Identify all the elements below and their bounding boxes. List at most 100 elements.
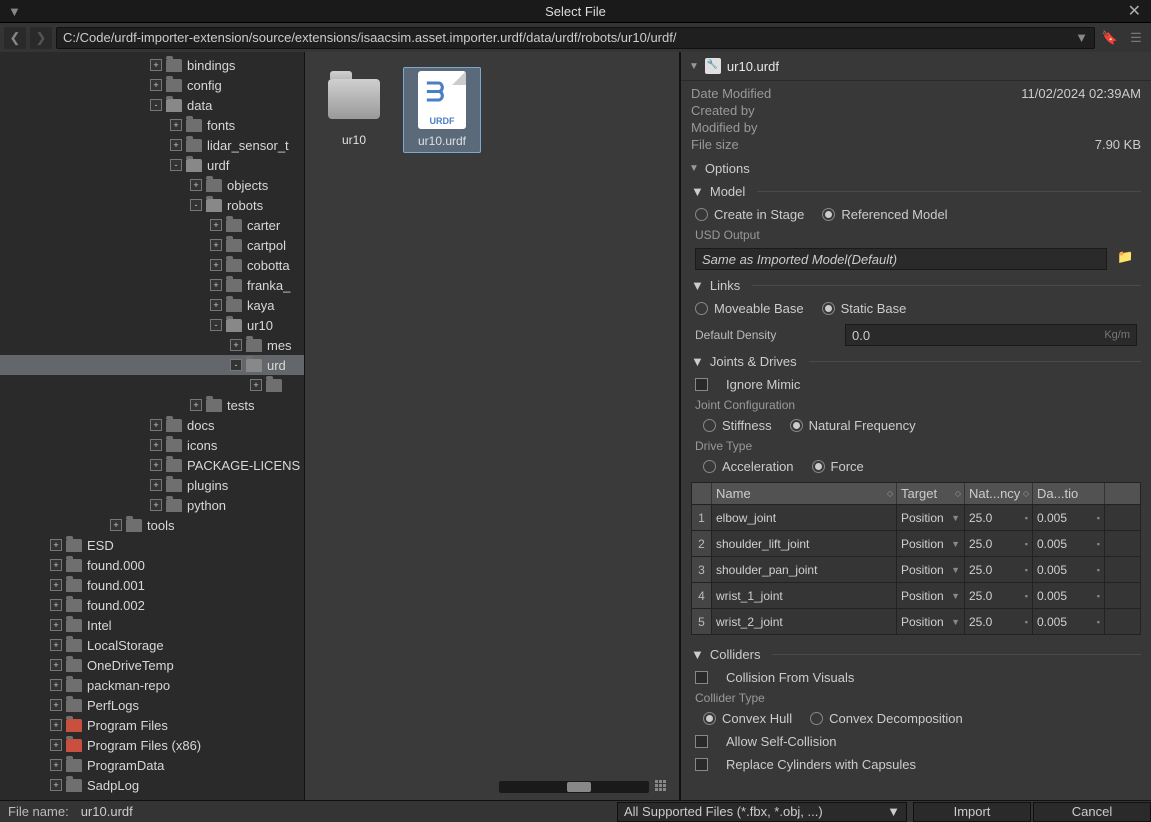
tree-item[interactable]: +found.001 (0, 575, 304, 595)
tree-item[interactable]: +python (0, 495, 304, 515)
referenced-model-radio[interactable] (822, 208, 835, 221)
ignore-mimic-checkbox[interactable] (695, 378, 708, 391)
tree-item[interactable]: +tests (0, 395, 304, 415)
tree-item[interactable]: +cartpol (0, 235, 304, 255)
folder-icon (66, 539, 82, 552)
folder-icon (166, 479, 182, 492)
file-thumb[interactable]: ur10 (315, 67, 393, 153)
tree-item[interactable]: +OneDriveTemp (0, 655, 304, 675)
joint-row[interactable]: 4wrist_1_jointPosition▼25.0▪0.005▪ (692, 582, 1140, 608)
folder-icon (226, 319, 242, 332)
collapse-icon[interactable]: ▼ (689, 163, 699, 174)
tree-item[interactable]: +cobotta (0, 255, 304, 275)
force-radio[interactable] (812, 460, 825, 473)
folder-icon (226, 279, 242, 292)
browse-folder-icon[interactable]: 📁 (1117, 249, 1137, 269)
bookmark-icon[interactable]: 🔖 (1099, 27, 1121, 49)
folder-icon (166, 439, 182, 452)
menu-icon[interactable]: ▼ (8, 4, 21, 19)
filename-input[interactable]: ur10.urdf (77, 802, 617, 822)
nav-forward-button[interactable]: ❯ (30, 27, 52, 49)
collapse-icon[interactable]: ▼ (691, 184, 704, 199)
path-input[interactable]: C:/Code/urdf-importer-extension/source/e… (56, 27, 1095, 49)
path-dropdown-icon[interactable]: ▼ (1075, 30, 1088, 45)
grid-view-icon[interactable] (655, 780, 673, 794)
tree-item[interactable]: +LocalStorage (0, 635, 304, 655)
tree-item[interactable]: +packman-repo (0, 675, 304, 695)
tree-item[interactable]: +plugins (0, 475, 304, 495)
joint-row[interactable]: 5wrist_2_jointPosition▼25.0▪0.005▪ (692, 608, 1140, 634)
tree-item[interactable]: +franka_ (0, 275, 304, 295)
folder-icon (186, 139, 202, 152)
collision-visuals-checkbox[interactable] (695, 671, 708, 684)
tree-item[interactable]: +PACKAGE-LICENS (0, 455, 304, 475)
joint-row[interactable]: 1elbow_jointPosition▼25.0▪0.005▪ (692, 504, 1140, 530)
zoom-slider[interactable] (499, 781, 649, 793)
tree-item[interactable]: -data (0, 95, 304, 115)
folder-icon (66, 739, 82, 752)
path-text: C:/Code/urdf-importer-extension/source/e… (63, 30, 676, 45)
tree-item[interactable]: -urd (0, 355, 304, 375)
usd-output-label: USD Output (681, 226, 1151, 244)
tree-item[interactable]: -robots (0, 195, 304, 215)
static-base-radio[interactable] (822, 302, 835, 315)
collapse-icon[interactable]: ▼ (691, 647, 704, 662)
allow-self-collision-checkbox[interactable] (695, 735, 708, 748)
tree-item[interactable]: +objects (0, 175, 304, 195)
tree-item[interactable]: -ur10 (0, 315, 304, 335)
window-title: Select File (0, 4, 1151, 19)
tree-item[interactable]: +Program Files (0, 715, 304, 735)
collapse-icon[interactable]: ▼ (691, 278, 704, 293)
natural-freq-radio[interactable] (790, 419, 803, 432)
moveable-base-radio[interactable] (695, 302, 708, 315)
density-input[interactable]: 0.0Kg/m (845, 324, 1137, 346)
nav-back-button[interactable]: ❮ (4, 27, 26, 49)
tree-item[interactable]: + (0, 375, 304, 395)
joint-row[interactable]: 2shoulder_lift_jointPosition▼25.0▪0.005▪ (692, 530, 1140, 556)
folder-icon (246, 339, 262, 352)
folder-tree[interactable]: +bindings+config-data+fonts+lidar_sensor… (0, 52, 305, 800)
tree-item[interactable]: +Intel (0, 615, 304, 635)
usd-output-input[interactable]: Same as Imported Model(Default) (695, 248, 1107, 270)
cancel-button[interactable]: Cancel (1033, 802, 1151, 822)
convex-decomp-radio[interactable] (810, 712, 823, 725)
file-grid[interactable]: ur10ᗱURDFur10.urdf (305, 52, 680, 800)
collapse-icon[interactable]: ▼ (691, 354, 704, 369)
folder-icon (226, 239, 242, 252)
detail-filename: ur10.urdf (727, 59, 779, 74)
tree-item[interactable]: +kaya (0, 295, 304, 315)
folder-icon (166, 99, 182, 112)
close-icon[interactable]: ✕ (1128, 1, 1141, 21)
tree-item[interactable]: +fonts (0, 115, 304, 135)
folder-icon (66, 779, 82, 792)
tree-item[interactable]: +ESD (0, 535, 304, 555)
tree-item[interactable]: +found.002 (0, 595, 304, 615)
convex-hull-radio[interactable] (703, 712, 716, 725)
tree-item[interactable]: +found.000 (0, 555, 304, 575)
collapse-icon[interactable]: ▼ (689, 61, 699, 72)
tree-item[interactable]: +carter (0, 215, 304, 235)
tree-item[interactable]: +ProgramData (0, 755, 304, 775)
tree-item[interactable]: +lidar_sensor_t (0, 135, 304, 155)
tree-item[interactable]: +config (0, 75, 304, 95)
folder-icon (226, 219, 242, 232)
tree-item[interactable]: +mes (0, 335, 304, 355)
tree-item[interactable]: +SadpLog (0, 775, 304, 795)
joints-table[interactable]: Name◇ Target◇ Nat...ncy◇ Da...tio 1elbow… (691, 482, 1141, 635)
tree-item[interactable]: +icons (0, 435, 304, 455)
acceleration-radio[interactable] (703, 460, 716, 473)
tree-item[interactable]: +Program Files (x86) (0, 735, 304, 755)
tree-item[interactable]: +bindings (0, 55, 304, 75)
tree-item[interactable]: +tools (0, 515, 304, 535)
file-thumb[interactable]: ᗱURDFur10.urdf (403, 67, 481, 153)
tree-item[interactable]: +docs (0, 415, 304, 435)
tree-item[interactable]: -urdf (0, 155, 304, 175)
tree-item[interactable]: +PerfLogs (0, 695, 304, 715)
stiffness-radio[interactable] (703, 419, 716, 432)
replace-cylinders-checkbox[interactable] (695, 758, 708, 771)
file-type-filter[interactable]: All Supported Files (*.fbx, *.obj, ...)▼ (617, 802, 907, 822)
menu-button[interactable]: ☰ (1125, 27, 1147, 49)
joint-row[interactable]: 3shoulder_pan_jointPosition▼25.0▪0.005▪ (692, 556, 1140, 582)
import-button[interactable]: Import (913, 802, 1031, 822)
create-in-stage-radio[interactable] (695, 208, 708, 221)
